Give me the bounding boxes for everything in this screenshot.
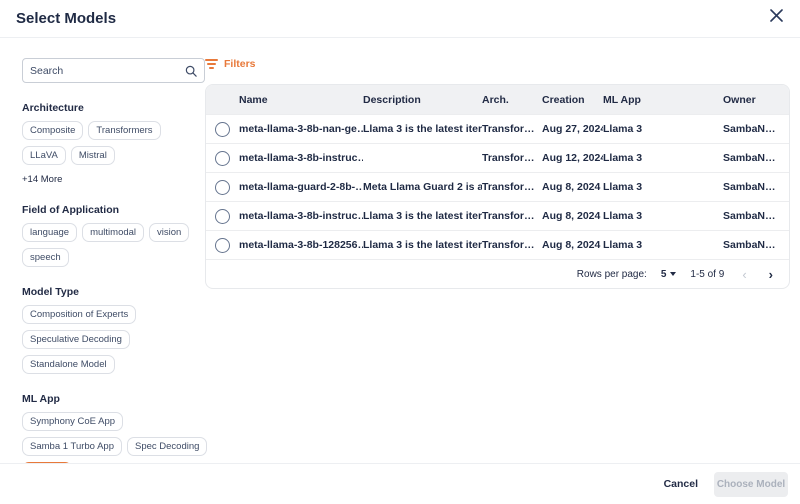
chip-group: Composition of Experts Speculative Decodi…	[22, 305, 208, 374]
table-row[interactable]: meta-llama-3-8b-instruc… Llama 3 is the …	[206, 201, 789, 230]
radio-button[interactable]	[215, 122, 230, 137]
cell-creation: Aug 27, 2024	[542, 123, 603, 135]
chevron-left-icon[interactable]: ‹	[738, 268, 750, 281]
pagination-bar: Rows per page: 5 1-5 of 9 ‹ ›	[206, 259, 789, 288]
column-header-mlapp: ML App	[603, 94, 723, 106]
choose-model-button[interactable]: Choose Model	[714, 472, 788, 497]
filter-chip[interactable]: Transformers	[88, 121, 160, 140]
search-input[interactable]	[30, 65, 185, 77]
models-table: Name Description Arch. Creation ML App O…	[205, 84, 790, 289]
filter-section-title: Model Type	[22, 286, 205, 298]
radio-button[interactable]	[215, 151, 230, 166]
table-row[interactable]: meta-llama-3-8b-instruc… Transfor… Aug 1…	[206, 143, 789, 172]
filters-button-label: Filters	[224, 58, 256, 70]
cell-mlapp: Llama 3	[603, 152, 723, 164]
chevron-right-icon[interactable]: ›	[765, 268, 777, 281]
radio-button[interactable]	[215, 209, 230, 224]
show-more-link[interactable]: +14 More	[22, 174, 205, 185]
cell-description: Llama 3 is the latest itera…	[363, 210, 482, 222]
cell-owner: SambaN…	[723, 239, 789, 251]
cell-creation: Aug 12, 2024	[542, 152, 603, 164]
select-models-dialog: Select Models Architecture Composite Tran…	[0, 0, 800, 504]
column-header-name: Name	[239, 94, 363, 106]
filter-chip[interactable]: speech	[22, 248, 69, 267]
filter-sections: Architecture Composite Transformers LLaVA M…	[22, 102, 205, 504]
filter-chip[interactable]: multimodal	[82, 223, 144, 242]
filter-chip[interactable]: Samba 1 Turbo App	[22, 437, 122, 456]
cell-description: Llama 3 is the latest itera…	[363, 123, 482, 135]
search-icon	[185, 65, 197, 77]
filter-chip[interactable]: Standalone Model	[22, 355, 115, 374]
filter-chip[interactable]: language	[22, 223, 77, 242]
dialog-title: Select Models	[16, 10, 116, 27]
cell-owner: SambaN…	[723, 210, 789, 222]
filter-chip[interactable]: Speculative Decoding	[22, 330, 130, 349]
chip-group: Composite Transformers LLaVA Mistral	[22, 121, 208, 165]
main-panel: Filters Name Description Arch. Creation …	[205, 38, 800, 466]
cell-owner: SambaN…	[723, 123, 789, 135]
column-header-description: Description	[363, 94, 482, 106]
column-header-arch: Arch.	[482, 94, 542, 106]
column-header-owner: Owner	[723, 94, 789, 106]
cell-arch: Transfor…	[482, 181, 542, 193]
cell-creation: Aug 8, 2024	[542, 181, 603, 193]
cell-owner: SambaN…	[723, 152, 789, 164]
rows-per-page-select[interactable]: 5	[661, 269, 677, 280]
cell-arch: Transfor…	[482, 152, 542, 164]
table-body: meta-llama-3-8b-nan-ge… Llama 3 is the l…	[206, 114, 789, 259]
filter-chip[interactable]: Composition of Experts	[22, 305, 136, 324]
filter-section: Architecture Composite Transformers LLaVA M…	[22, 102, 205, 185]
filter-section: Field of Application language multimodal v…	[22, 204, 205, 267]
filter-section-title: ML App	[22, 393, 205, 405]
cell-arch: Transfor…	[482, 239, 542, 251]
table-row[interactable]: meta-llama-3-8b-128256… Llama 3 is the l…	[206, 230, 789, 259]
cell-description: Meta Llama Guard 2 is an …	[363, 181, 482, 193]
dialog-footer: Cancel Choose Model	[0, 463, 800, 504]
dialog-header: Select Models	[0, 0, 800, 38]
radio-button[interactable]	[215, 180, 230, 195]
cell-name: meta-llama-3-8b-nan-ge…	[239, 123, 363, 135]
table-row[interactable]: meta-llama-guard-2-8b-… Meta Llama Guard…	[206, 172, 789, 201]
cell-mlapp: Llama 3	[603, 181, 723, 193]
cell-name: meta-llama-3-8b-instruc…	[239, 152, 363, 164]
search-box	[22, 58, 205, 83]
cell-name: meta-llama-3-8b-instruc…	[239, 210, 363, 222]
filter-icon	[205, 59, 218, 69]
cell-description: Llama 3 is the latest itera…	[363, 239, 482, 251]
rows-per-page-label: Rows per page:	[577, 269, 647, 280]
filter-chip[interactable]: vision	[149, 223, 189, 242]
cell-mlapp: Llama 3	[603, 239, 723, 251]
cell-arch: Transfor…	[482, 210, 542, 222]
cancel-button[interactable]: Cancel	[664, 478, 698, 490]
filter-sidebar: Architecture Composite Transformers LLaVA M…	[0, 38, 205, 466]
table-row[interactable]: meta-llama-3-8b-nan-ge… Llama 3 is the l…	[206, 114, 789, 143]
table-header-row: Name Description Arch. Creation ML App O…	[206, 85, 789, 114]
filters-button[interactable]: Filters	[205, 58, 256, 70]
close-icon[interactable]	[766, 8, 786, 28]
filter-chip[interactable]: Spec Decoding	[127, 437, 207, 456]
column-header-creation: Creation	[542, 94, 603, 106]
chevron-down-icon	[670, 272, 676, 276]
filter-chip[interactable]: LLaVA	[22, 146, 66, 165]
pagination-range: 1-5 of 9	[690, 269, 724, 280]
filter-section-title: Field of Application	[22, 204, 205, 216]
cell-name: meta-llama-guard-2-8b-…	[239, 181, 363, 193]
filter-section-title: Architecture	[22, 102, 205, 114]
filter-chip[interactable]: Composite	[22, 121, 83, 140]
cell-owner: SambaN…	[723, 181, 789, 193]
cell-name: meta-llama-3-8b-128256…	[239, 239, 363, 251]
radio-button[interactable]	[215, 238, 230, 253]
cell-creation: Aug 8, 2024	[542, 210, 603, 222]
cell-arch: Transfor…	[482, 123, 542, 135]
cell-mlapp: Llama 3	[603, 123, 723, 135]
chip-group: language multimodal vision speech	[22, 223, 208, 267]
filter-section: Model Type Composition of Experts Specula…	[22, 286, 205, 374]
cell-creation: Aug 8, 2024	[542, 239, 603, 251]
cell-mlapp: Llama 3	[603, 210, 723, 222]
dialog-body: Architecture Composite Transformers LLaVA M…	[0, 38, 800, 466]
filter-chip[interactable]: Symphony CoE App	[22, 412, 123, 431]
rows-per-page-value: 5	[661, 269, 667, 280]
filter-chip[interactable]: Mistral	[71, 146, 115, 165]
